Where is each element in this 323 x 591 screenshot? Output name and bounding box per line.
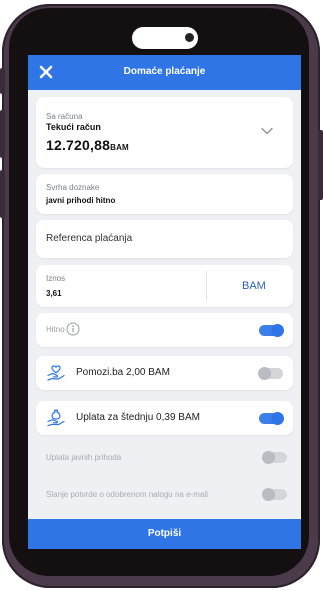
phone-side-button bbox=[0, 110, 5, 158]
account-selector[interactable]: Sa računa Tekući račun 12.720,88BAM bbox=[36, 97, 293, 168]
amount-divider bbox=[206, 271, 207, 301]
account-currency: BAM bbox=[110, 143, 129, 152]
page-title: Domaće plaćanje bbox=[123, 66, 206, 77]
app-screen: Domaće plaćanje Sa računa Tekući račun 1… bbox=[28, 55, 301, 549]
savings-toggle[interactable] bbox=[259, 412, 284, 425]
reference-placeholder: Referenca plaćanja bbox=[46, 233, 133, 244]
purpose-label: Svrha doznake bbox=[46, 183, 100, 192]
camera-icon bbox=[185, 33, 194, 42]
toggle-knob bbox=[262, 488, 275, 501]
donation-label: Pomozi.ba 2,00 BAM bbox=[76, 367, 170, 378]
toggle-knob bbox=[262, 451, 275, 464]
phone-side-button bbox=[0, 68, 5, 94]
account-name: Tekući račun bbox=[46, 122, 101, 132]
toggle-knob bbox=[271, 412, 284, 425]
toggle-knob bbox=[258, 367, 271, 380]
toggle-knob bbox=[271, 324, 284, 337]
savings-row: Uplata za štednju 0,39 BAM bbox=[36, 401, 293, 435]
heart-hand-icon bbox=[47, 365, 65, 381]
reference-field[interactable]: Referenca plaćanja bbox=[36, 220, 293, 258]
amount-currency[interactable]: BAM bbox=[242, 280, 266, 292]
chevron-down-icon[interactable] bbox=[261, 127, 273, 135]
amount-field[interactable]: Iznos 3,61 BAM bbox=[36, 265, 293, 307]
amount-label: Iznos bbox=[46, 274, 66, 283]
purpose-value: javni prihodi hitno bbox=[46, 196, 116, 205]
public-revenue-row: Uplata javnih prihoda bbox=[46, 447, 293, 471]
sign-button[interactable]: Potpiši bbox=[28, 519, 301, 549]
info-icon[interactable] bbox=[66, 322, 80, 336]
account-balance: 12.720,88BAM bbox=[46, 137, 129, 153]
public-revenue-label: Uplata javnih prihoda bbox=[46, 453, 122, 462]
donation-row: Pomozi.ba 2,00 BAM bbox=[36, 356, 293, 390]
email-confirmation-label: Slanje potvrde o odobrenom nalogu na e-m… bbox=[46, 490, 208, 499]
savings-label: Uplata za štednju 0,39 BAM bbox=[76, 412, 200, 423]
email-confirmation-row: Slanje potvrde o odobrenom nalogu na e-m… bbox=[46, 484, 293, 508]
phone-side-button bbox=[0, 170, 5, 218]
purpose-field[interactable]: Svrha doznake javni prihodi hitno bbox=[36, 174, 293, 214]
phone-side-button bbox=[318, 130, 323, 200]
donation-toggle[interactable] bbox=[258, 367, 283, 380]
app-header: Domaće plaćanje bbox=[28, 55, 301, 90]
account-label: Sa računa bbox=[46, 112, 83, 121]
account-balance-value: 12.720,88 bbox=[46, 137, 111, 153]
money-bag-hand-icon bbox=[47, 409, 65, 427]
amount-value: 3,61 bbox=[46, 289, 62, 298]
email-confirmation-toggle[interactable] bbox=[262, 488, 287, 501]
urgent-toggle[interactable] bbox=[259, 324, 284, 337]
public-revenue-toggle[interactable] bbox=[262, 451, 287, 464]
urgent-row: Hitno bbox=[36, 313, 293, 347]
urgent-label: Hitno bbox=[46, 325, 65, 334]
